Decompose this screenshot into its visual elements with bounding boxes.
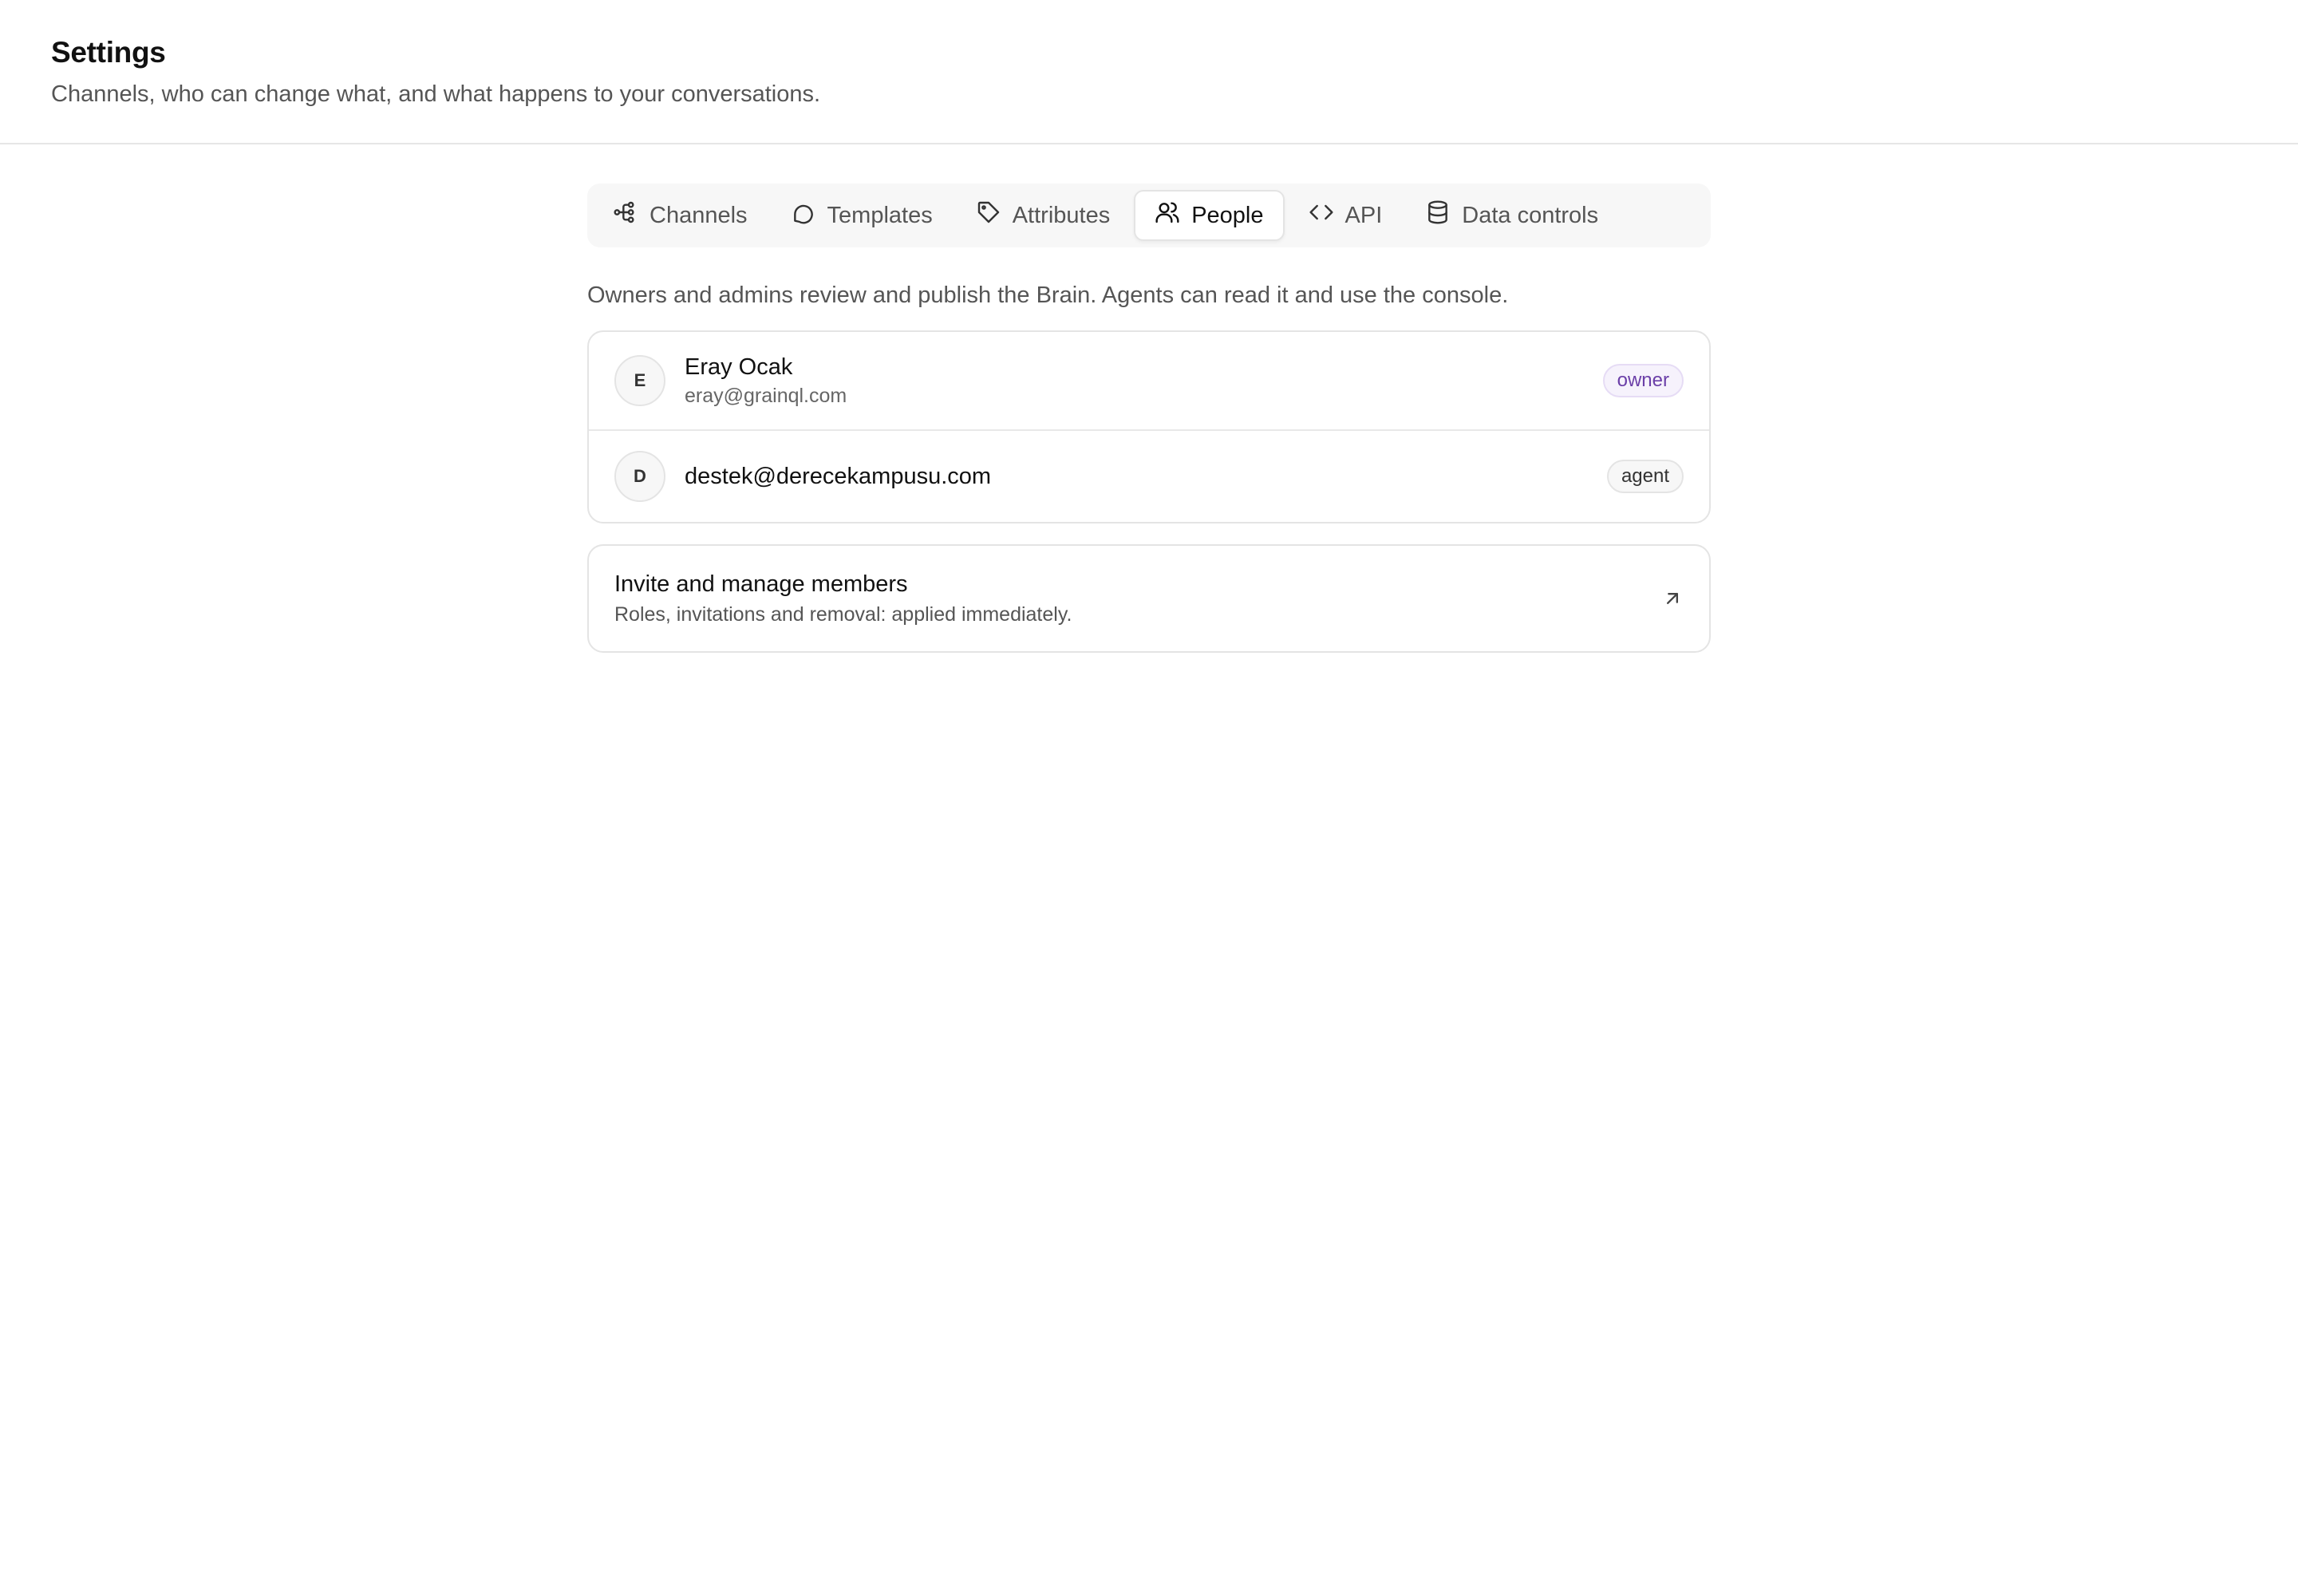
settings-header: Settings Channels, who can change what, … bbox=[0, 0, 2298, 144]
tab-attributes[interactable]: Attributes bbox=[957, 190, 1130, 241]
chat-bubble-icon bbox=[791, 200, 816, 231]
tab-label: Channels bbox=[650, 202, 748, 228]
member-name: destek@derecekampusu.com bbox=[685, 464, 992, 489]
code-icon bbox=[1309, 200, 1334, 231]
settings-tabs: Channels Templates Attributes People API… bbox=[587, 184, 1711, 247]
list-item: D destek@derecekampusu.com agent bbox=[589, 431, 1709, 522]
tab-templates[interactable]: Templates bbox=[772, 190, 952, 241]
page-subtitle: Channels, who can change what, and what … bbox=[51, 81, 821, 107]
list-item: E Eray Ocak eray@grainql.com owner bbox=[589, 332, 1709, 431]
tag-icon bbox=[976, 200, 1001, 231]
manage-description: Roles, invitations and removal: applied … bbox=[614, 603, 1072, 626]
tab-label: API bbox=[1344, 202, 1383, 228]
users-icon bbox=[1155, 200, 1180, 231]
member-info: Eray Ocak eray@grainql.com bbox=[685, 353, 1603, 409]
avatar: D bbox=[614, 451, 665, 502]
tab-data-controls[interactable]: Data controls bbox=[1406, 190, 1617, 241]
tab-people[interactable]: People bbox=[1134, 190, 1285, 241]
members-list: E Eray Ocak eray@grainql.com owner D des… bbox=[587, 330, 1711, 523]
people-intro: Owners and admins review and publish the… bbox=[587, 282, 1509, 308]
tab-channels[interactable]: Channels bbox=[594, 190, 767, 241]
tab-label: Templates bbox=[827, 202, 933, 228]
channels-icon bbox=[613, 200, 638, 231]
arrow-up-right-icon bbox=[1661, 587, 1684, 610]
settings-content: Channels Templates Attributes People API… bbox=[587, 184, 1711, 653]
tab-label: Attributes bbox=[1012, 202, 1111, 228]
tab-label: Data controls bbox=[1462, 202, 1599, 228]
avatar: E bbox=[614, 355, 665, 406]
role-badge-owner: owner bbox=[1602, 364, 1684, 397]
member-name: Eray Ocak bbox=[685, 354, 793, 380]
member-email: eray@grainql.com bbox=[685, 385, 847, 407]
manage-members-link[interactable]: Invite and manage members Roles, invitat… bbox=[587, 544, 1711, 653]
page-title: Settings bbox=[51, 36, 166, 69]
database-icon bbox=[1425, 200, 1451, 231]
tab-label: People bbox=[1191, 202, 1264, 228]
role-badge-agent: agent bbox=[1606, 460, 1684, 493]
manage-title: Invite and manage members bbox=[614, 571, 908, 597]
manage-text: Invite and manage members Roles, invitat… bbox=[614, 569, 1661, 628]
tab-api[interactable]: API bbox=[1289, 190, 1402, 241]
member-info: destek@derecekampusu.com bbox=[685, 462, 1607, 491]
